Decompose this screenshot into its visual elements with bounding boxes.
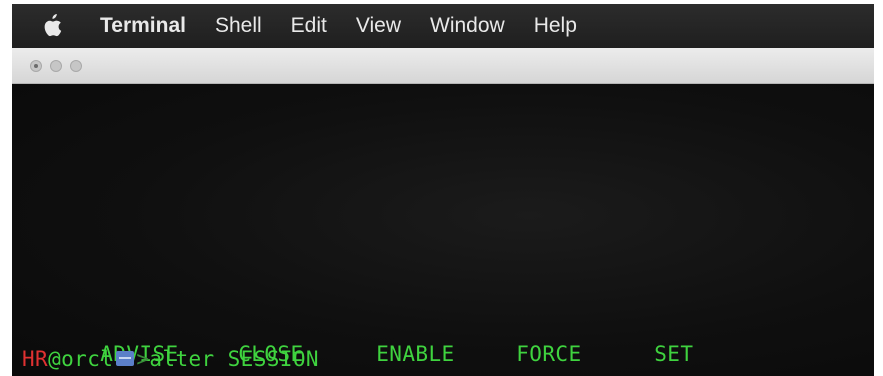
completion-item: SET <box>654 342 694 366</box>
menu-shell[interactable]: Shell <box>215 14 262 38</box>
prompt-arrow: > <box>136 347 150 371</box>
screen: Terminal Shell Edit View Window Help ADV… <box>0 0 883 376</box>
terminal-output[interactable]: ADVISE CLOSE ENABLE FORCE SET HR@orcl >alter … <box>12 84 874 376</box>
window-title-bar <box>12 48 874 84</box>
database-icon <box>116 350 135 366</box>
prompt-host: @orcl <box>48 347 114 371</box>
menu-edit[interactable]: Edit <box>291 14 327 38</box>
menu-terminal[interactable]: Terminal <box>100 14 186 38</box>
prompt-line[interactable]: HR@orcl >alter SESSION <box>22 347 319 371</box>
menu-help[interactable]: Help <box>534 14 577 38</box>
menu-view[interactable]: View <box>356 14 401 38</box>
close-button[interactable] <box>30 60 42 72</box>
prompt-user: HR <box>22 347 49 371</box>
zoom-button[interactable] <box>70 60 82 72</box>
completion-item: ENABLE <box>376 342 455 366</box>
minimize-button[interactable] <box>50 60 62 72</box>
apple-icon[interactable] <box>42 14 62 38</box>
command-input[interactable]: alter SESSION <box>149 347 319 371</box>
menu-bar: Terminal Shell Edit View Window Help <box>12 4 874 48</box>
menu-window[interactable]: Window <box>430 14 505 38</box>
completion-item: FORCE <box>516 342 582 366</box>
